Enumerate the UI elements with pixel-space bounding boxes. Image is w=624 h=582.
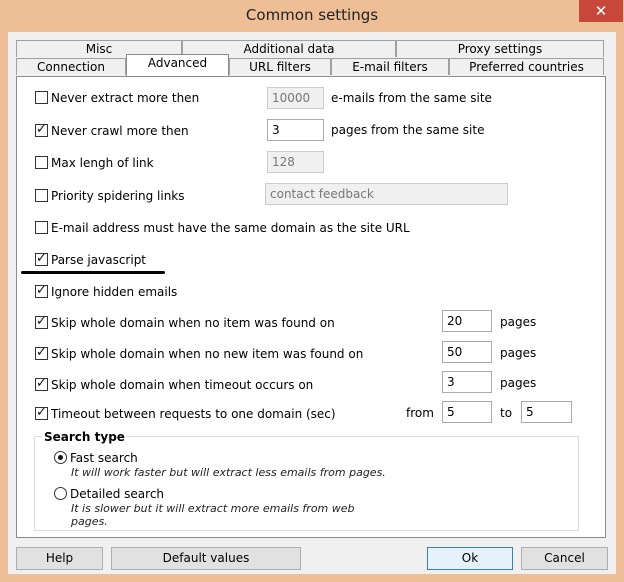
never-crawl-suffix: pages from the same site <box>331 123 485 137</box>
skip-no-item-input[interactable]: 20 <box>442 310 492 332</box>
skip-timeout-suffix: pages <box>500 376 537 390</box>
detailed-search-desc-line2: pages. <box>71 515 108 528</box>
skip-timeout-checkbox[interactable] <box>35 376 48 391</box>
skip-timeout-input[interactable]: 3 <box>442 371 492 393</box>
detailed-search-radio[interactable] <box>54 487 67 500</box>
tab-preferred-countries[interactable]: Preferred countries <box>449 58 604 75</box>
never-extract-input[interactable]: 10000 <box>267 87 324 109</box>
timeout-between-checkbox[interactable] <box>35 405 48 420</box>
fast-search-radio[interactable] <box>54 451 67 464</box>
priority-input[interactable]: contact feedback <box>265 183 508 205</box>
skip-no-new-suffix: pages <box>500 346 537 360</box>
never-crawl-checkbox[interactable] <box>35 122 48 137</box>
skip-no-new-checkbox[interactable] <box>35 345 48 360</box>
tab-email-filters[interactable]: E-mail filters <box>331 58 449 75</box>
max-length-label: Max lengh of link <box>51 156 154 170</box>
same-domain-label: E-mail address must have the same domain… <box>51 221 410 235</box>
tab-advanced[interactable]: Advanced <box>126 54 229 76</box>
timeout-to-label: to <box>500 406 513 420</box>
title-bar: Common settings ✕ <box>0 0 624 32</box>
never-crawl-label: Never crawl more then <box>51 124 189 138</box>
max-length-checkbox[interactable] <box>35 156 48 169</box>
detailed-search-label: Detailed search <box>70 487 165 501</box>
priority-label: Priority spidering links <box>51 189 185 203</box>
fast-search-desc: It will work faster but will extract les… <box>71 466 386 479</box>
never-extract-label: Never extract more then <box>51 91 200 105</box>
tab-connection[interactable]: Connection <box>16 58 126 75</box>
window-title: Common settings <box>245 6 379 24</box>
never-extract-checkbox[interactable] <box>35 91 48 104</box>
same-domain-checkbox[interactable] <box>35 221 48 234</box>
help-button[interactable]: Help <box>16 547 103 570</box>
search-type-title: Search type <box>42 430 127 444</box>
ignore-hidden-checkbox[interactable] <box>35 283 48 298</box>
ignore-hidden-label: Ignore hidden emails <box>51 285 178 299</box>
tab-url-filters[interactable]: URL filters <box>229 58 331 75</box>
fast-search-label: Fast search <box>70 451 138 465</box>
priority-checkbox[interactable] <box>35 189 48 202</box>
timeout-from-input[interactable]: 5 <box>442 401 492 423</box>
max-length-input[interactable]: 128 <box>267 151 324 173</box>
ok-button[interactable]: Ok <box>427 547 513 570</box>
never-crawl-input[interactable]: 3 <box>267 119 324 141</box>
parse-js-checkbox[interactable] <box>35 251 48 266</box>
skip-no-new-input[interactable]: 50 <box>442 341 492 363</box>
skip-no-item-checkbox[interactable] <box>35 314 48 329</box>
skip-no-new-label: Skip whole domain when no new item was f… <box>51 347 364 361</box>
never-extract-suffix: e-mails from the same site <box>331 91 492 105</box>
settings-window: Common settings ✕ Misc Additional data P… <box>0 0 624 582</box>
close-icon[interactable]: ✕ <box>579 0 623 22</box>
tab-proxy-settings[interactable]: Proxy settings <box>396 40 604 57</box>
timeout-from-label: from <box>406 406 434 420</box>
skip-timeout-label: Skip whole domain when timeout occurs on <box>51 378 314 392</box>
parse-js-label: Parse javascript <box>51 253 147 267</box>
skip-no-item-suffix: pages <box>500 315 537 329</box>
detailed-search-desc-line1: It is slower but it will extract more em… <box>71 502 355 515</box>
timeout-to-input[interactable]: 5 <box>521 401 572 423</box>
cancel-button[interactable]: Cancel <box>521 547 608 570</box>
timeout-between-label: Timeout between requests to one domain (… <box>51 407 336 421</box>
skip-no-item-label: Skip whole domain when no item was found… <box>51 316 335 330</box>
highlight-underline <box>21 271 165 274</box>
default-values-button[interactable]: Default values <box>111 547 301 570</box>
